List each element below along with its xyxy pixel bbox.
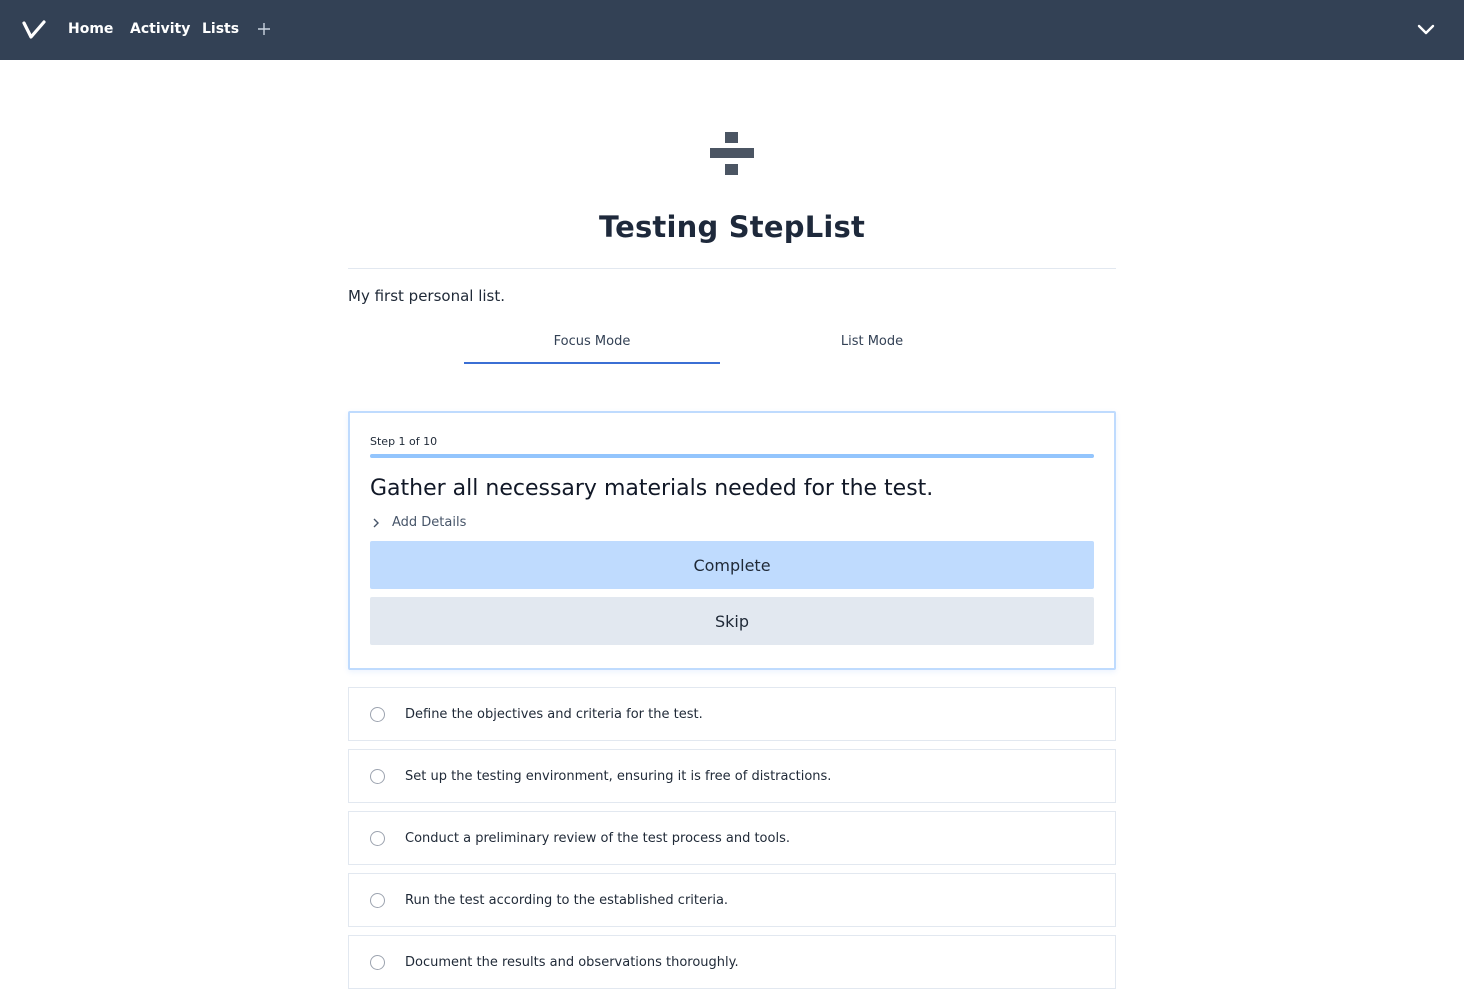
step-row[interactable]: Document the results and observations th… xyxy=(348,935,1116,989)
step-row[interactable]: Run the test according to the establishe… xyxy=(348,873,1116,927)
step-row[interactable]: Set up the testing environment, ensuring… xyxy=(348,749,1116,803)
step-row[interactable]: Conduct a preliminary review of the test… xyxy=(348,811,1116,865)
step-progress-bar xyxy=(370,454,1094,458)
step-radio[interactable] xyxy=(370,769,385,784)
chevron-right-icon xyxy=(373,518,379,527)
add-details-toggle[interactable]: Add Details xyxy=(372,515,466,530)
complete-button[interactable]: Complete xyxy=(370,541,1094,589)
step-row-text: Document the results and observations th… xyxy=(405,955,739,970)
nav-home-link[interactable]: Home xyxy=(68,21,113,37)
list-description: My first personal list. xyxy=(348,287,506,305)
tab-focus-mode[interactable]: Focus Mode xyxy=(464,334,720,364)
step-row-text: Set up the testing environment, ensuring… xyxy=(405,769,832,784)
step-counter: Step 1 of 10 xyxy=(370,435,438,448)
title-divider xyxy=(348,268,1116,269)
focus-step-card: Step 1 of 10 Gather all necessary materi… xyxy=(348,411,1116,670)
step-row-text: Conduct a preliminary review of the test… xyxy=(405,831,790,846)
step-radio[interactable] xyxy=(370,831,385,846)
top-nav: Home Activity Lists xyxy=(0,0,1464,60)
tab-list-mode[interactable]: List Mode xyxy=(744,334,1000,364)
step-row[interactable]: Define the objectives and criteria for t… xyxy=(348,687,1116,741)
nav-lists-link[interactable]: Lists xyxy=(202,21,239,37)
skip-button[interactable]: Skip xyxy=(370,597,1094,645)
step-radio[interactable] xyxy=(370,707,385,722)
current-step-text: Gather all necessary materials needed fo… xyxy=(370,476,934,501)
step-row-text: Run the test according to the establishe… xyxy=(405,893,729,908)
page-title: Testing StepList xyxy=(598,210,866,244)
add-details-label: Add Details xyxy=(392,515,467,530)
nav-activity-link[interactable]: Activity xyxy=(130,21,190,37)
step-radio[interactable] xyxy=(370,955,385,970)
step-progress-fill xyxy=(370,454,1094,458)
step-radio[interactable] xyxy=(370,893,385,908)
checkmark-logo-icon[interactable] xyxy=(22,20,46,40)
step-row-text: Define the objectives and criteria for t… xyxy=(405,707,703,722)
divide-icon xyxy=(710,132,754,175)
chevron-down-icon[interactable] xyxy=(1416,22,1436,38)
plus-icon[interactable] xyxy=(256,21,272,37)
